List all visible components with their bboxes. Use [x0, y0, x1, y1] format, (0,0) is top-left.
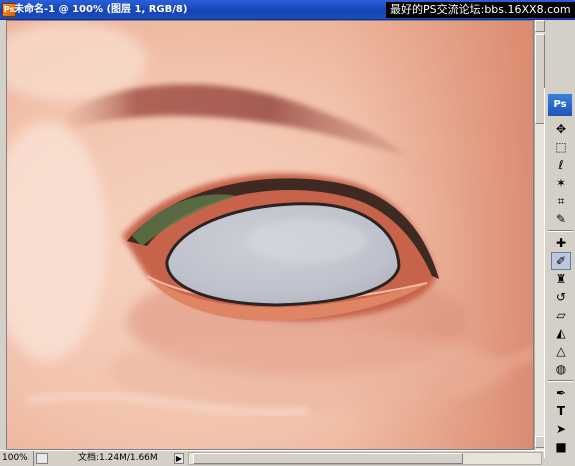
lasso-tool-icon[interactable]: ℓ	[551, 156, 571, 174]
pen-tool-icon[interactable]: ✒	[551, 384, 571, 402]
clone-stamp-tool-icon[interactable]: ♜	[551, 270, 571, 288]
eraser-tool-icon[interactable]: ▱	[551, 306, 571, 324]
paint-bucket-tool-icon[interactable]: ◭	[551, 324, 571, 342]
toolbox-divider	[548, 230, 573, 232]
crop-tool-icon[interactable]: ⌗	[551, 192, 571, 210]
document-title: 未命名-1 @ 100% (图层 1, RGB/8)	[14, 4, 188, 15]
healing-brush-tool-icon[interactable]: ✚	[551, 234, 571, 252]
move-tool-icon[interactable]: ✥	[551, 120, 571, 138]
document-info-icon[interactable]	[36, 453, 48, 464]
status-menu-arrow-icon[interactable]: ▶	[174, 453, 184, 464]
photoshop-logo[interactable]: Ps	[548, 94, 572, 116]
dodge-tool-icon[interactable]: ◍	[551, 360, 571, 378]
path-selection-tool-icon[interactable]: ➤	[551, 420, 571, 438]
blur-tool-icon[interactable]: △	[551, 342, 571, 360]
slice-tool-icon[interactable]: ✎	[551, 210, 571, 228]
eye-painting	[7, 21, 533, 449]
scroll-up-button[interactable]	[535, 20, 545, 32]
type-tool-icon[interactable]: T	[551, 402, 571, 420]
toolbox-panel: Ps ✥ ⬚ ℓ ✶ ⌗ ✎ ✚ ✐ ♜ ↺ ▱ ◭ △ ◍ ✒ T ➤ ■	[544, 88, 575, 458]
zoom-level[interactable]: 100%	[0, 451, 34, 466]
horizontal-scroll-thumb[interactable]	[193, 453, 463, 464]
toolbox-divider	[548, 380, 573, 382]
horizontal-scrollbar[interactable]	[188, 452, 542, 465]
document-size: 文档:1.24M/1.66M	[78, 453, 158, 463]
status-bar: 100% 文档:1.24M/1.66M ▶	[0, 450, 544, 466]
brush-tool-icon[interactable]: ✐	[551, 252, 571, 270]
magic-wand-tool-icon[interactable]: ✶	[551, 174, 571, 192]
forum-watermark: 最好的PS交流论坛:bbs.16XX8.com	[386, 2, 575, 18]
vertical-scrollbar[interactable]	[534, 20, 545, 450]
marquee-tool-icon[interactable]: ⬚	[551, 138, 571, 156]
history-brush-tool-icon[interactable]: ↺	[551, 288, 571, 306]
document-canvas[interactable]	[6, 20, 534, 450]
shape-tool-icon[interactable]: ■	[551, 438, 571, 456]
